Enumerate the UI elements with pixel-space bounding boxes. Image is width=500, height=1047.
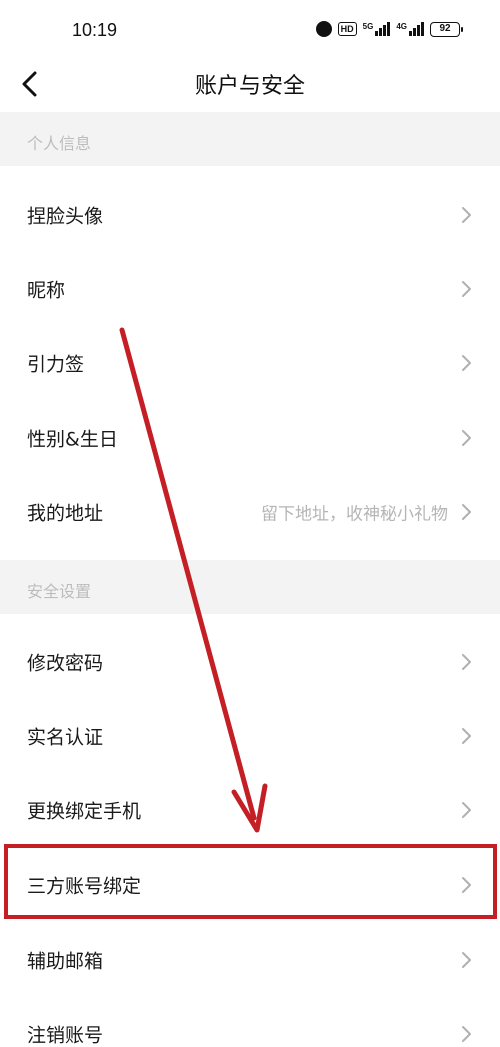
row-label: 昵称 [27, 279, 66, 302]
section-header-label: 安全设置 [27, 582, 92, 601]
chevron-right-icon [462, 355, 471, 371]
chevron-right-icon [462, 207, 471, 223]
row-backup-email[interactable]: 辅助邮箱 [0, 923, 500, 997]
battery-icon: 92 [430, 21, 463, 37]
row-label: 性别&生日 [27, 428, 118, 451]
row-label: 注销账号 [27, 1024, 104, 1047]
nav-bar: 账户与安全 [0, 62, 500, 110]
chevron-right-icon [462, 728, 471, 744]
signal-4g-icon: 4G [396, 22, 424, 36]
annotation-highlight-box [4, 844, 497, 919]
row-label: 辅助邮箱 [27, 950, 104, 973]
row-address[interactable]: 我的地址 留下地址，收神秘小礼物 [0, 475, 500, 549]
row-signature[interactable]: 引力签 [0, 326, 500, 400]
section-header-security: 安全设置 [0, 560, 500, 614]
chevron-right-icon [462, 1026, 471, 1042]
alarm-icon [315, 21, 332, 37]
row-real-name-auth[interactable]: 实名认证 [0, 699, 500, 773]
signal-5g-icon: 5G [363, 22, 391, 36]
section-header-label: 个人信息 [27, 134, 92, 153]
chevron-right-icon [462, 802, 471, 818]
status-bar: 10:19 HD 5G 4G 92 [0, 0, 500, 62]
chevron-right-icon [462, 952, 471, 968]
section-header-personal-info: 个人信息 [0, 112, 500, 166]
status-time: 10:19 [72, 20, 118, 40]
row-nickname[interactable]: 昵称 [0, 252, 500, 326]
row-label: 实名认证 [27, 726, 104, 749]
chevron-right-icon [462, 281, 471, 297]
row-label: 我的地址 [27, 502, 104, 525]
page-title: 账户与安全 [194, 74, 305, 99]
chevron-right-icon [462, 504, 471, 520]
row-label: 更换绑定手机 [27, 800, 142, 823]
row-delete-account[interactable]: 注销账号 [0, 997, 500, 1047]
address-hint: 留下地址，收神秘小礼物 [261, 504, 448, 525]
hd-icon: HD [337, 22, 357, 36]
row-gender-birthday[interactable]: 性别&生日 [0, 401, 500, 475]
row-change-phone[interactable]: 更换绑定手机 [0, 773, 500, 847]
chevron-right-icon [462, 654, 471, 670]
row-label: 修改密码 [27, 652, 104, 675]
row-change-password[interactable]: 修改密码 [0, 625, 500, 699]
row-label: 引力签 [27, 353, 85, 376]
row-label: 捏脸头像 [27, 205, 104, 228]
row-avatar[interactable]: 捏脸头像 [0, 178, 500, 252]
status-icons: HD 5G 4G 92 [315, 21, 463, 37]
chevron-right-icon [462, 430, 471, 446]
